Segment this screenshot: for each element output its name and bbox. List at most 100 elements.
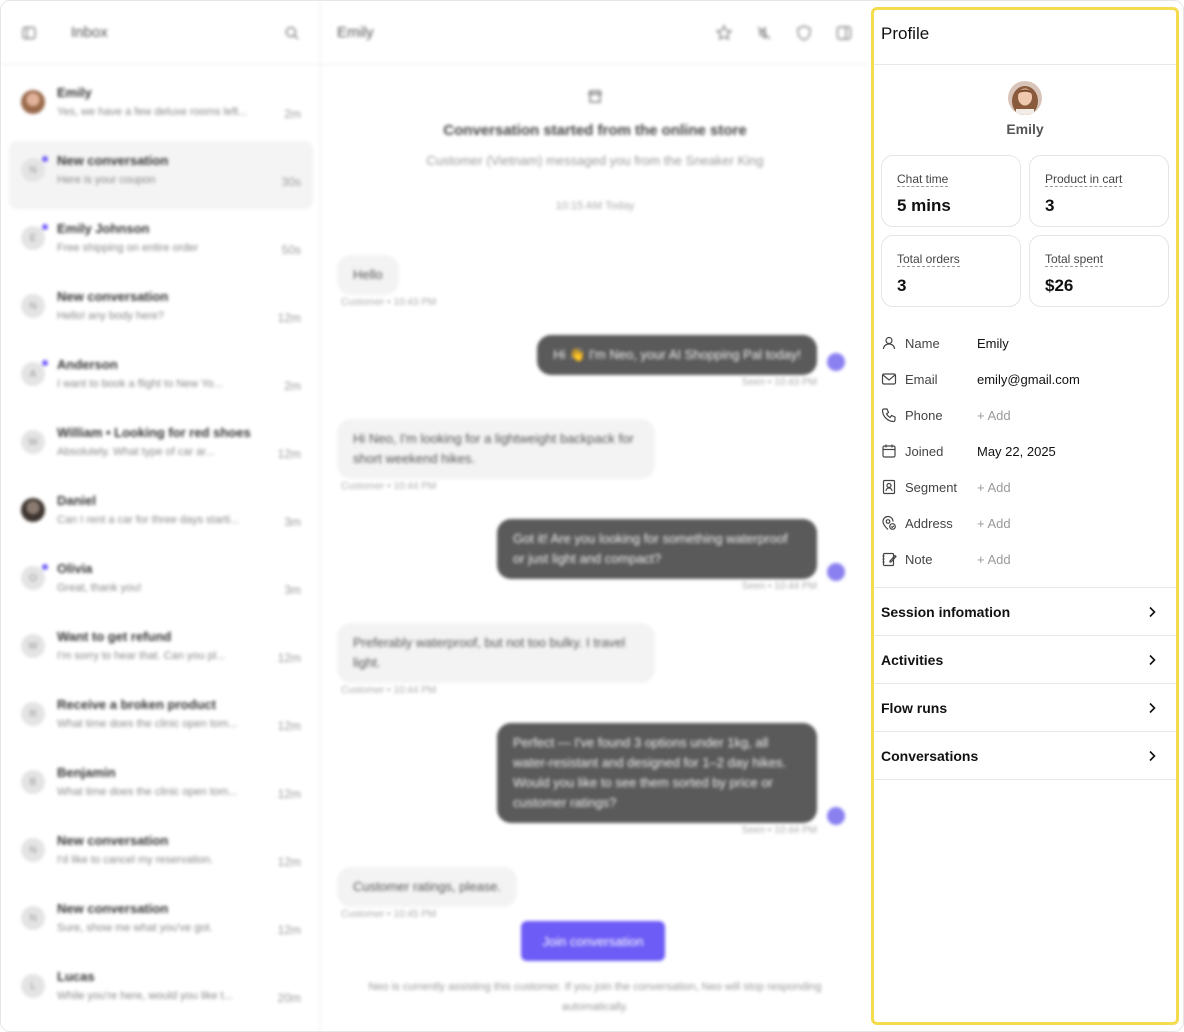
conversation-item[interactable]: O Olivia Great, thank you! 3m xyxy=(9,549,313,617)
chat-header: Emily xyxy=(321,1,869,65)
section-label: Session infomation xyxy=(881,603,1011,620)
field-label: Name xyxy=(905,335,940,351)
inbox-header: Inbox xyxy=(1,1,320,65)
message-meta: Customer • 10:45 PM xyxy=(341,909,437,920)
field-address: Address + Add xyxy=(881,505,1169,541)
bot-message: Got it! Are you looking for something wa… xyxy=(497,519,817,579)
conversation-item[interactable]: L Lucas While you're here, would you like … xyxy=(9,957,313,1025)
add-address-button[interactable]: + Add xyxy=(977,516,1011,531)
shield-icon[interactable] xyxy=(795,24,813,42)
bot-avatar-icon xyxy=(827,807,845,825)
field-phone: Phone + Add xyxy=(881,397,1169,433)
search-icon[interactable] xyxy=(284,25,300,41)
message-meta: Seen • 10:44 PM xyxy=(741,581,817,592)
conversation-item[interactable]: N New conversation I'd like to cancel my r… xyxy=(9,821,313,889)
conversation-time: 12m xyxy=(277,787,301,801)
conversation-preview: Here is your coupon xyxy=(57,174,156,186)
profile-sections: Session infomation Activities Flow runs Con… xyxy=(874,587,1176,780)
conversation-name: New conversation xyxy=(57,901,169,916)
date-label: 10:15 AM Today xyxy=(555,200,635,212)
field-label: Email xyxy=(905,371,938,387)
customer-message: Customer ratings, please. xyxy=(337,867,518,907)
field-value: May 22, 2025 xyxy=(977,443,1056,459)
mute-icon[interactable] xyxy=(755,24,773,42)
avatar xyxy=(1008,81,1042,115)
conversation-item[interactable]: E Emily Johnson Free shipping on entire or… xyxy=(9,209,313,277)
conversation-time: 12m xyxy=(277,719,301,733)
stat-value: 3 xyxy=(897,276,907,295)
conversation-preview: I'm sorry to hear that. Can you pl... xyxy=(57,650,226,662)
add-segment-button[interactable]: + Add xyxy=(977,480,1011,495)
avatar: N xyxy=(21,156,48,182)
stat-card: Product in cart 3 xyxy=(1029,155,1169,227)
join-conversation-button[interactable]: Join conversation xyxy=(521,921,665,961)
avatar: E xyxy=(21,224,48,250)
stat-value: 3 xyxy=(1045,196,1055,215)
stat-card: Chat time 5 mins xyxy=(881,155,1021,227)
avatar: L xyxy=(21,974,45,998)
conversation-item[interactable]: W William • Looking for red shoes Absolute… xyxy=(9,413,313,481)
field-label: Segment xyxy=(905,479,958,495)
section-flow-runs[interactable]: Flow runs xyxy=(874,684,1176,732)
avatar: W xyxy=(21,430,45,454)
conversation-time: 3m xyxy=(284,515,301,529)
stats-grid: Chat time 5 mins Product in cart 3 Total ord… xyxy=(874,155,1176,307)
conversation-preview: What time does the clinic open tom... xyxy=(57,786,238,798)
conversation-item[interactable]: Daniel Can I rent a car for three days st… xyxy=(9,481,313,549)
conversation-name: Receive a broken product xyxy=(57,697,216,712)
section-session-infomation[interactable]: Session infomation xyxy=(874,588,1176,636)
conversation-preview: Sure, show me what you've got. xyxy=(57,922,213,934)
panel-toggle-icon[interactable] xyxy=(835,24,853,42)
conversation-item[interactable]: W Want to get refund I'm sorry to hear tha… xyxy=(9,617,313,685)
section-conversations[interactable]: Conversations xyxy=(874,732,1176,780)
section-label: Conversations xyxy=(881,747,979,764)
profile-fields: Name Emily Email emily@gmail.com Phone + Add J… xyxy=(874,325,1176,577)
started-title: Conversation started from the online sto… xyxy=(443,122,747,139)
stat-value: $26 xyxy=(1045,276,1074,295)
customer-message: Hello xyxy=(337,255,399,295)
conversation-item[interactable]: R Receive a broken product What time does … xyxy=(9,685,313,753)
conversation-preview: Great, thank you! xyxy=(57,582,142,594)
avatar xyxy=(21,498,45,522)
chevron-right-icon xyxy=(1145,605,1159,619)
conversation-item[interactable]: A Anderson I want to book a flight to New … xyxy=(9,345,313,413)
field-segment: Segment + Add xyxy=(881,469,1169,505)
profile-title: Profile xyxy=(874,10,1176,65)
avatar: N xyxy=(21,838,45,862)
conversation-preview: Can I rent a car for three days starti..… xyxy=(57,514,240,526)
avatar: B xyxy=(21,770,45,794)
conversation-time: 3m xyxy=(284,583,301,597)
conversation-item[interactable]: Emily Yes, we have a few deluxe rooms lef… xyxy=(9,73,313,141)
conversation-preview: I want to book a flight to New Yo... xyxy=(57,378,223,390)
sidebar-toggle-icon[interactable] xyxy=(21,25,37,41)
section-activities[interactable]: Activities xyxy=(874,636,1176,684)
star-icon[interactable] xyxy=(715,23,733,42)
field-email: Email emily@gmail.com xyxy=(881,361,1169,397)
conversation-preview: While you're here, would you like t... xyxy=(57,990,233,1002)
conversation-item[interactable]: N New conversation Hello! any body here? 12… xyxy=(9,277,313,345)
chevron-right-icon xyxy=(1145,653,1159,667)
conversation-time: 12m xyxy=(277,447,301,461)
add-note-button[interactable]: + Add xyxy=(977,552,1011,567)
avatar: N xyxy=(21,906,45,930)
started-subtitle: Customer (Vietnam) messaged you from the… xyxy=(426,153,764,168)
contact-book-icon xyxy=(881,479,897,495)
message-meta: Customer • 10:44 PM xyxy=(341,685,437,696)
conversation-time: 2m xyxy=(284,379,301,393)
add-phone-button[interactable]: + Add xyxy=(977,408,1011,423)
conversation-item[interactable]: N New conversation Here is your coupon 30s xyxy=(9,141,313,209)
conversation-name: Want to get refund xyxy=(57,629,172,644)
conversation-item[interactable]: B Benjamin What time does the clinic open … xyxy=(9,753,313,821)
inbox-panel: Inbox Emily Yes, we have a few deluxe roo… xyxy=(1,1,321,1031)
conversation-item[interactable]: N New conversation Sure, show me what you'… xyxy=(9,889,313,957)
field-note: Note + Add xyxy=(881,541,1169,577)
conversation-time: 12m xyxy=(277,923,301,937)
conversation-preview: Yes, we have a few deluxe rooms left... xyxy=(57,106,248,118)
conversation-preview: Free shipping on entire order xyxy=(57,242,199,254)
conversation-name: Anderson xyxy=(57,357,118,372)
field-label: Address xyxy=(905,515,953,531)
conversation-preview: I'd like to cancel my reservation. xyxy=(57,854,214,866)
bot-avatar-icon xyxy=(827,563,845,581)
unread-dot xyxy=(42,224,48,230)
customer-message: Hi Neo, I'm looking for a lightweight ba… xyxy=(337,419,655,479)
